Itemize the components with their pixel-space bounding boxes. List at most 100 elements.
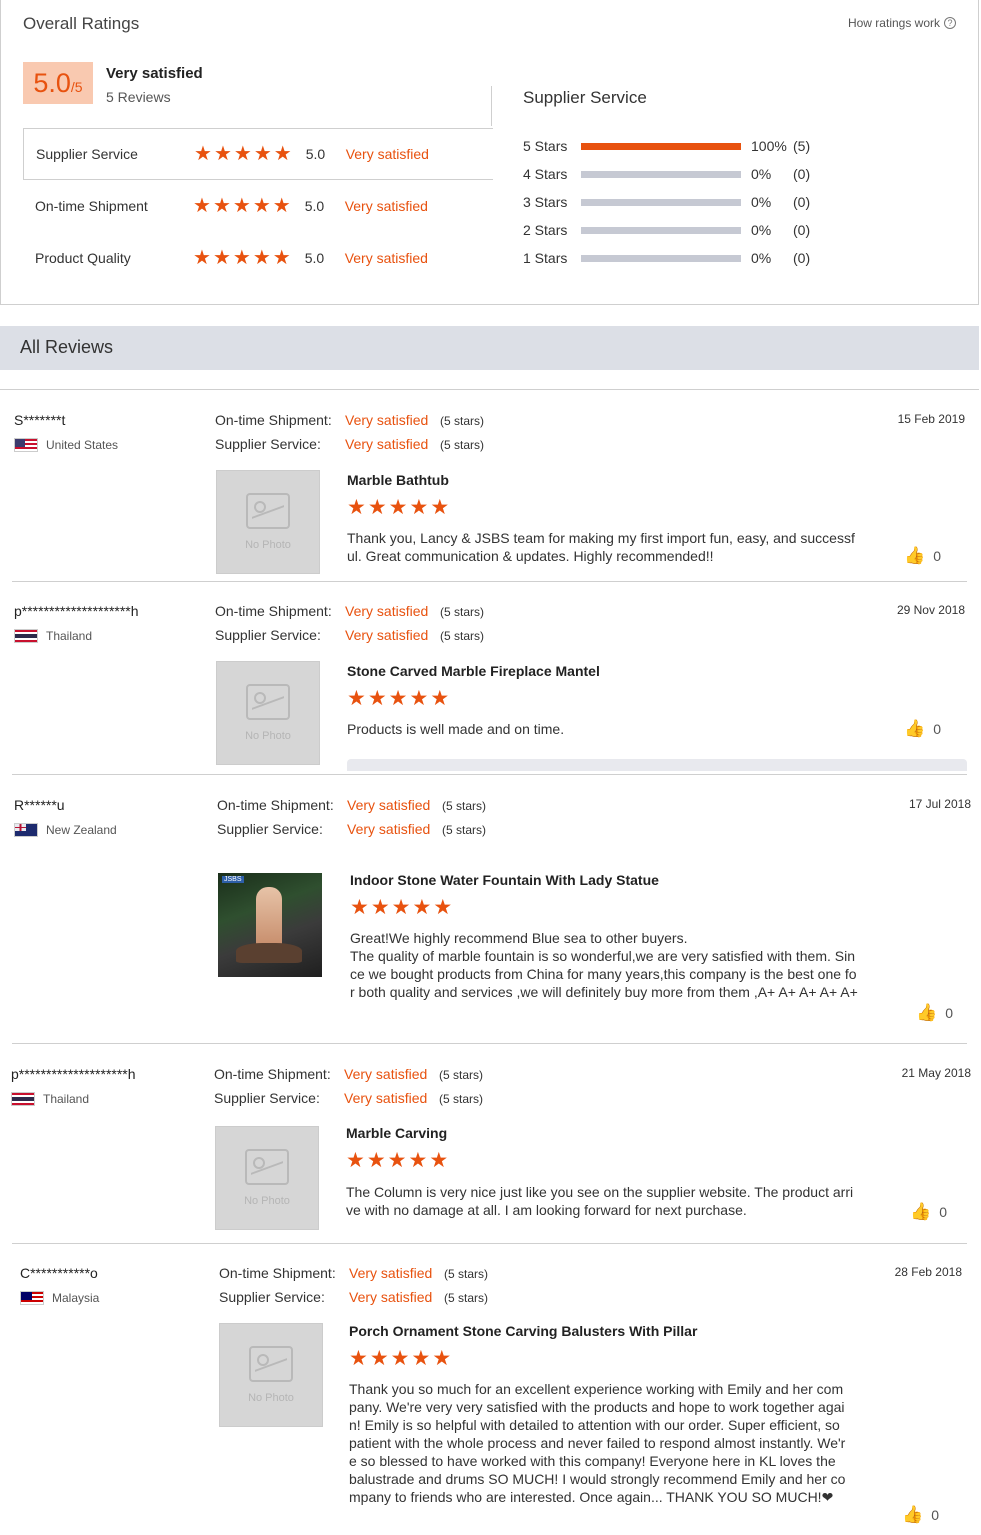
bar-label: 2 Stars — [523, 222, 568, 238]
shipment-label: On-time Shipment: — [217, 797, 334, 813]
shipment-stars: (5 stars) — [440, 414, 485, 428]
bar-count: (0) — [793, 222, 811, 238]
product-name[interactable]: Marble Carving — [346, 1125, 447, 1141]
image-placeholder-icon — [249, 1346, 293, 1382]
service-stars: (5 stars) — [442, 823, 487, 837]
bar-percent: 0% — [751, 194, 772, 210]
thailand-flag-icon — [14, 629, 38, 643]
review-ratings: On-time Shipment: Very satisfied (5 stars)… — [215, 603, 484, 651]
review-ratings: On-time Shipment: Very satisfied (5 stars)… — [215, 412, 484, 460]
review-text: Great!We highly recommend Blue sea to ot… — [350, 930, 858, 1000]
country-name: New Zealand — [46, 823, 117, 837]
like-button[interactable]: 👍 0 — [916, 1003, 953, 1023]
country-name: Malaysia — [52, 1291, 100, 1305]
all-reviews-title: All Reviews — [20, 337, 114, 357]
divider — [12, 581, 967, 582]
category-supplier-service[interactable]: Supplier Service ★ ★ ★ ★ ★ 5.0 Very satisfie… — [23, 128, 493, 180]
star-icon: ★ — [387, 1149, 407, 1172]
review-ratings: On-time Shipment: Very satisfied (5 stars)… — [217, 797, 486, 845]
like-button[interactable]: 👍 0 — [904, 719, 941, 739]
bar-count: (5) — [793, 138, 811, 154]
shipment-label: On-time Shipment: — [215, 412, 332, 428]
product-thumbnail[interactable]: No Photo — [216, 661, 320, 765]
bar-label: 1 Stars — [523, 250, 568, 266]
star-icon: ★ — [390, 1347, 410, 1370]
product-thumbnail[interactable]: No Photo — [216, 470, 320, 574]
service-label: Supplier Service: — [215, 436, 321, 452]
service-value: Very satisfied — [349, 1289, 433, 1305]
star-icon: ★ — [411, 1347, 431, 1370]
product-photo[interactable]: JSBS — [218, 873, 322, 977]
shipment-label: On-time Shipment: — [215, 603, 332, 619]
product-thumbnail[interactable]: No Photo — [215, 1126, 319, 1230]
breakdown-row-1: 1 Stars 0% (0) — [523, 248, 823, 268]
breakdown-title: Supplier Service — [523, 88, 647, 107]
bar-label: 4 Stars — [523, 166, 568, 182]
review-stars: ★ ★ ★ ★ ★ — [347, 687, 450, 710]
review-item: C***********o Malaysia On-time Shipment:… — [0, 1265, 981, 1535]
like-button[interactable]: 👍 0 — [904, 546, 941, 566]
bar-track — [581, 142, 741, 150]
product-name[interactable]: Porch Ornament Stone Carving Balusters W… — [349, 1323, 697, 1339]
divider — [12, 1243, 967, 1244]
breakdown-row-3: 3 Stars 0% (0) — [523, 192, 823, 212]
no-photo-label: No Photo — [245, 730, 291, 742]
how-ratings-work-link[interactable]: How ratings work ? — [848, 16, 956, 30]
star-icon: ★ — [347, 687, 366, 710]
star-icon: ★ — [232, 195, 251, 217]
category-on-time-shipment[interactable]: On-time Shipment ★ ★ ★ ★ ★ 5.0 Very satisfie… — [23, 180, 493, 232]
star-icon: ★ — [433, 896, 453, 919]
review-text: Products is well made and on time. — [347, 721, 565, 737]
review-text: The Column is very nice just like you se… — [346, 1184, 854, 1218]
service-stars: (5 stars) — [444, 1291, 489, 1305]
scroll-band — [347, 759, 967, 771]
like-button[interactable]: 👍 0 — [902, 1505, 939, 1525]
like-button[interactable]: 👍 0 — [910, 1202, 947, 1222]
reviewer-name: S*******t — [14, 412, 66, 428]
product-name[interactable]: Indoor Stone Water Fountain With Lady St… — [350, 872, 659, 888]
overall-satisfaction-text: Very satisfied — [106, 65, 203, 82]
review-date: 17 Jul 2018 — [908, 797, 971, 811]
star-icon: ★ — [233, 143, 252, 165]
star-icon: ★ — [430, 496, 450, 519]
reviewer-country: Malaysia — [20, 1291, 99, 1305]
divider — [12, 774, 967, 775]
reviewer-country: Thailand — [11, 1092, 89, 1106]
thumbs-up-icon: 👍 — [916, 1003, 938, 1022]
service-stars: (5 stars) — [439, 1092, 484, 1106]
category-stars: ★ ★ ★ ★ ★ — [194, 144, 292, 164]
how-ratings-work-label: How ratings work — [847, 16, 940, 30]
bar-fill — [581, 142, 741, 150]
category-score: 5.0 — [304, 250, 325, 266]
thumbs-up-icon: 👍 — [904, 546, 926, 565]
shipment-value: Very satisfied — [347, 797, 431, 813]
star-icon: ★ — [370, 896, 390, 919]
reviewer-name: p********************h — [14, 603, 139, 619]
review-date: 28 Feb 2018 — [894, 1265, 962, 1279]
star-icon: ★ — [253, 143, 272, 165]
product-thumbnail[interactable]: No Photo — [219, 1323, 323, 1427]
product-name[interactable]: Stone Carved Marble Fireplace Mantel — [347, 663, 600, 679]
thailand-flag-icon — [11, 1092, 35, 1106]
product-name[interactable]: Marble Bathtub — [347, 472, 449, 488]
image-placeholder-icon — [246, 493, 290, 529]
help-icon: ? — [944, 17, 956, 29]
category-satisfaction: Very satisfied — [344, 198, 428, 214]
star-icon: ★ — [212, 195, 231, 217]
star-icon: ★ — [272, 247, 291, 269]
us-flag-icon — [14, 438, 38, 452]
service-value: Very satisfied — [344, 1090, 428, 1106]
review-date: 21 May 2018 — [901, 1066, 971, 1080]
shipment-value: Very satisfied — [345, 603, 429, 619]
category-satisfaction: Very satisfied — [344, 250, 428, 266]
shipment-stars: (5 stars) — [444, 1267, 489, 1281]
star-icon: ★ — [430, 687, 450, 710]
category-product-quality[interactable]: Product Quality ★ ★ ★ ★ ★ 5.0 Very satisfied — [23, 232, 493, 284]
star-icon: ★ — [388, 687, 408, 710]
bar-track — [581, 198, 741, 206]
star-icon: ★ — [432, 1347, 452, 1370]
star-icon: ★ — [350, 896, 369, 919]
service-label: Supplier Service: — [217, 821, 323, 837]
star-icon: ★ — [194, 143, 212, 165]
thumbs-up-icon: 👍 — [904, 719, 926, 738]
